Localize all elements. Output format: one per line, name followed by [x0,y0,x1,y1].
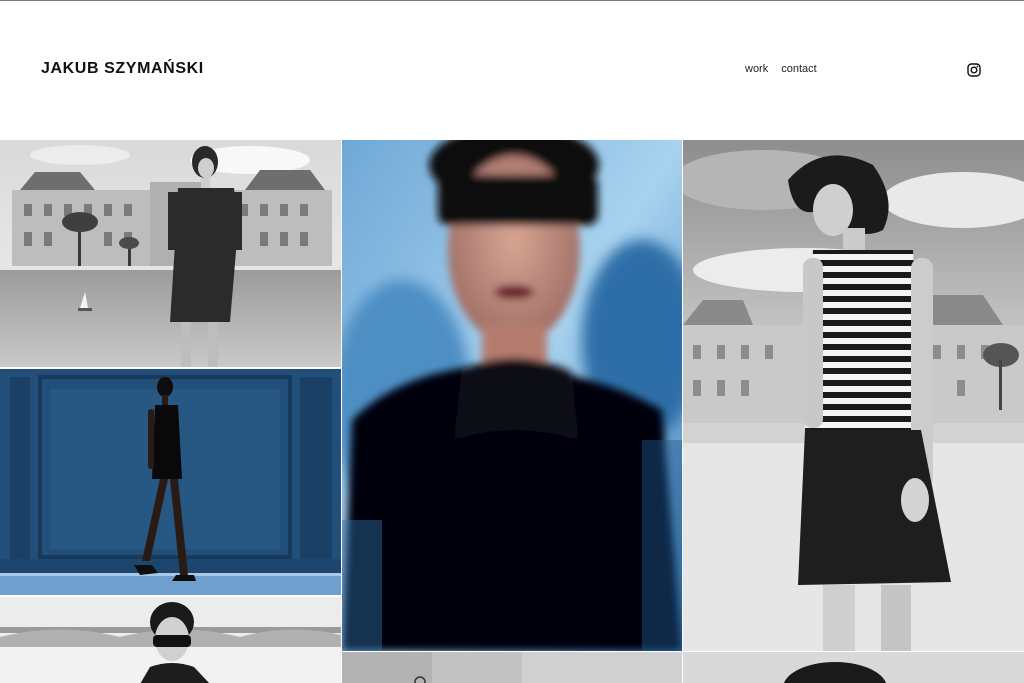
main-nav: work contact [745,63,817,75]
photo-bridge-sunglasses-portrait[interactable] [0,597,341,683]
photo-stone-wall-partial[interactable] [342,652,682,683]
nav-link-contact[interactable]: contact [781,63,816,75]
site-logo[interactable]: JAKUB SZYMAŃSKI [41,60,204,78]
photo-striped-top-leather-skirt[interactable] [683,140,1024,651]
page-frame: JAKUB SZYMAŃSKI work contact [0,0,1024,683]
photo-paris-fountain-denim-dress[interactable] [0,140,341,367]
photo-dark-hair-partial[interactable] [683,652,1024,683]
photo-sunglasses-blurred-portrait[interactable] [342,140,682,651]
photo-blue-wall-walking-model[interactable] [0,369,341,595]
site-header: JAKUB SZYMAŃSKI work contact [0,1,1024,140]
nav-link-work[interactable]: work [745,63,768,75]
instagram-icon[interactable] [967,63,981,77]
photo-grid [0,140,1024,683]
